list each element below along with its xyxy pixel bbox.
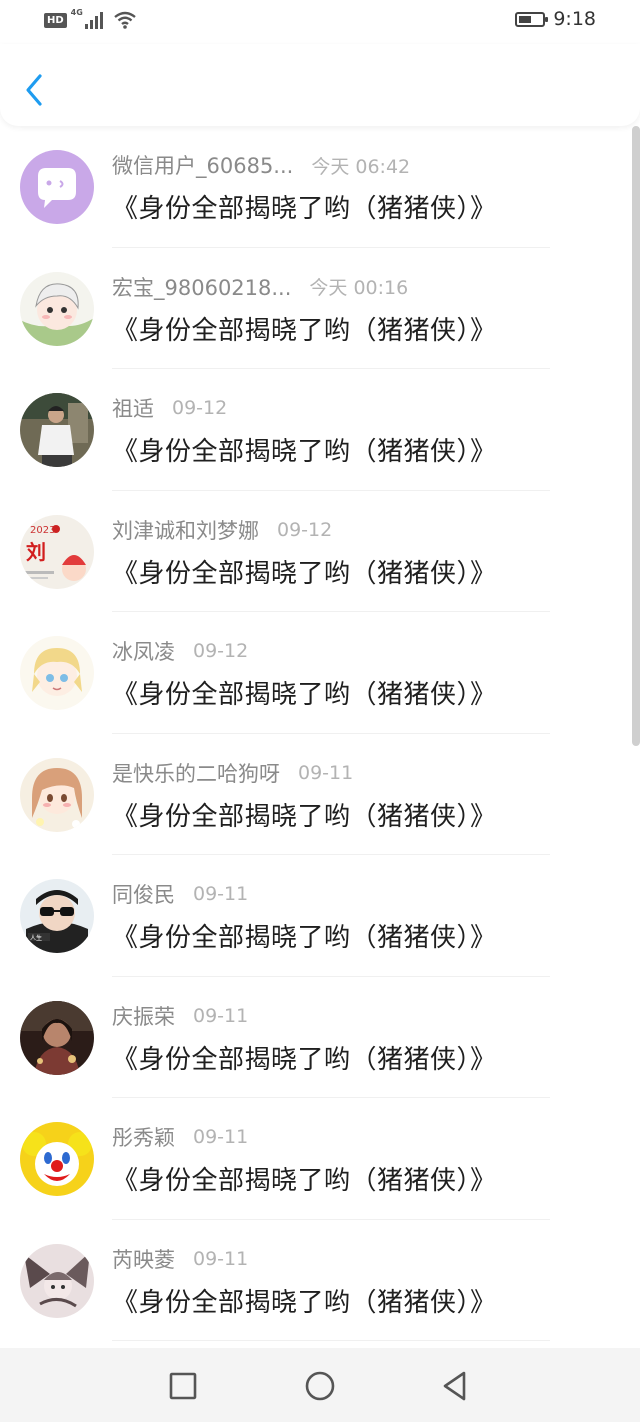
item-meta: 庆振荣 09-11 — [112, 1001, 248, 1031]
user-name[interactable]: 是快乐的二哈狗呀 — [112, 758, 280, 788]
item-date: 09-12 — [193, 640, 249, 662]
list-item[interactable]: 是快乐的二哈狗呀 09-11 《身份全部揭晓了哟（猪猪侠）》 — [0, 734, 640, 856]
item-message: 《身份全部揭晓了哟（猪猪侠）》 — [112, 1287, 497, 1318]
back-button[interactable] — [18, 70, 52, 110]
network-type: 4G — [70, 7, 83, 17]
system-nav-bar — [0, 1348, 640, 1422]
list-item[interactable]: 2023 刘 刘津诚和刘梦娜 09-12 《身份全部揭晓了哟（猪猪侠）》 — [0, 491, 640, 613]
anime-girl-avatar[interactable] — [20, 757, 94, 832]
battery-icon — [515, 11, 549, 27]
item-meta: 宏宝_98060218... 今天 00:16 — [112, 272, 408, 302]
sketch-avatar[interactable] — [20, 1243, 94, 1318]
status-right: 9:18 — [515, 8, 596, 30]
dark-photo-avatar[interactable] — [20, 1000, 94, 1075]
scrollbar[interactable] — [632, 126, 640, 746]
item-message: 《身份全部揭晓了哟（猪猪侠）》 — [112, 558, 497, 589]
item-message: 《身份全部揭晓了哟（猪猪侠）》 — [112, 315, 497, 346]
list-item[interactable]: 祖适 09-12 《身份全部揭晓了哟（猪猪侠）》 — [0, 369, 640, 491]
svg-text:人生: 人生 — [30, 934, 42, 942]
boy-photo-avatar[interactable] — [20, 393, 94, 467]
item-message: 《身份全部揭晓了哟（猪猪侠）》 — [112, 437, 497, 467]
user-name[interactable]: 芮映菱 — [112, 1244, 175, 1274]
user-name[interactable]: 微信用户_60685... — [112, 150, 293, 180]
recent-apps-button[interactable] — [165, 1368, 201, 1404]
svg-text:刘: 刘 — [26, 540, 46, 564]
home-button[interactable] — [302, 1368, 338, 1404]
item-meta: 祖适 09-12 — [112, 393, 227, 423]
top-nav-bar — [0, 44, 640, 126]
item-meta: 同俊民 09-11 — [112, 879, 248, 909]
wifi-icon — [113, 11, 136, 29]
item-date: 09-11 — [298, 761, 354, 784]
item-message: 《身份全部揭晓了哟（猪猪侠）》 — [112, 680, 497, 710]
anime-blonde-avatar[interactable] — [20, 636, 94, 710]
item-message: 《身份全部揭晓了哟（猪猪侠）》 — [112, 1044, 497, 1075]
item-message: 《身份全部揭晓了哟（猪猪侠）》 — [112, 1166, 497, 1196]
user-name[interactable]: 宏宝_98060218... — [112, 272, 291, 302]
comment-list[interactable]: 微信用户_60685... 今天 06:42 《身份全部揭晓了哟（猪猪侠）》 宏宝_9… — [0, 126, 640, 1348]
item-meta: 刘津诚和刘梦娜 09-12 — [112, 515, 332, 545]
user-name[interactable]: 彤秀颖 — [112, 1122, 175, 1152]
user-name[interactable]: 刘津诚和刘梦娜 — [112, 515, 259, 545]
status-bar: HD 4G 9:18 — [0, 0, 640, 44]
user-name[interactable]: 同俊民 — [112, 879, 175, 909]
triangle-back-icon — [443, 1371, 466, 1401]
item-date: 09-11 — [193, 883, 249, 905]
status-time: 9:18 — [553, 8, 596, 30]
list-item[interactable]: 庆振荣 09-11 《身份全部揭晓了哟（猪猪侠）》 — [0, 977, 640, 1099]
wechat-default-avatar[interactable] — [20, 150, 94, 224]
item-meta: 冰凤凌 09-12 — [112, 636, 248, 666]
item-date: 09-11 — [193, 1004, 249, 1027]
system-back-button[interactable] — [437, 1368, 473, 1404]
item-message: 《身份全部揭晓了哟（猪猪侠）》 — [112, 801, 497, 832]
chevron-left-icon — [26, 74, 42, 106]
list-item[interactable]: 人生 同俊民 09-11 《身份全部揭晓了哟（猪猪侠）》 — [0, 855, 640, 977]
item-date: 今天 06:42 — [311, 155, 411, 178]
svg-text:2023: 2023 — [30, 525, 55, 536]
sunglasses-avatar[interactable]: 人生 — [20, 879, 94, 953]
item-meta: 彤秀颖 09-11 — [112, 1122, 248, 1152]
user-name[interactable]: 庆振荣 — [112, 1001, 175, 1031]
list-item[interactable]: 宏宝_98060218... 今天 00:16 《身份全部揭晓了哟（猪猪侠）》 — [0, 248, 640, 370]
item-meta: 芮映菱 09-11 — [112, 1244, 248, 1274]
list-item[interactable]: 彤秀颖 09-11 《身份全部揭晓了哟（猪猪侠）》 — [0, 1098, 640, 1220]
user-name[interactable]: 祖适 — [112, 393, 154, 423]
item-meta: 微信用户_60685... 今天 06:42 — [112, 150, 410, 180]
item-meta: 是快乐的二哈狗呀 09-11 — [112, 758, 353, 788]
circle-icon — [305, 1371, 335, 1401]
user-name[interactable]: 冰凤凌 — [112, 636, 175, 666]
square-icon — [169, 1372, 197, 1400]
item-message: 《身份全部揭晓了哟（猪猪侠）》 — [112, 194, 497, 224]
list-item[interactable]: 芮映菱 09-11 《身份全部揭晓了哟（猪猪侠）》 — [0, 1220, 640, 1342]
item-message: 《身份全部揭晓了哟（猪猪侠）》 — [112, 923, 497, 953]
hd-badge: HD — [44, 12, 67, 28]
clown-avatar[interactable] — [20, 1122, 94, 1196]
item-date: 今天 00:16 — [309, 277, 409, 299]
list-item[interactable]: 微信用户_60685... 今天 06:42 《身份全部揭晓了哟（猪猪侠）》 — [0, 126, 640, 248]
item-date: 09-12 — [277, 518, 333, 541]
item-date: 09-11 — [193, 1247, 249, 1270]
status-left: HD 4G — [44, 8, 137, 30]
liu-2023-avatar[interactable]: 2023 刘 — [20, 514, 94, 589]
item-date: 09-12 — [172, 397, 228, 419]
cartoon-girl-avatar[interactable] — [20, 271, 94, 346]
signal-icon: 4G — [71, 8, 103, 29]
item-date: 09-11 — [193, 1126, 249, 1148]
list-item[interactable]: 冰凤凌 09-12 《身份全部揭晓了哟（猪猪侠）》 — [0, 612, 640, 734]
